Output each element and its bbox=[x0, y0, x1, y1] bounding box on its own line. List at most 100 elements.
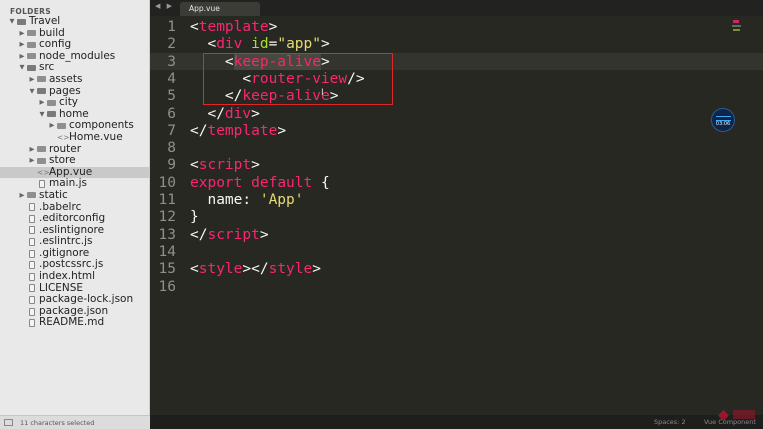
code-token: </ bbox=[190, 122, 208, 139]
code-file-icon: <> bbox=[57, 132, 70, 142]
code-token: style bbox=[268, 261, 313, 278]
tree-item[interactable]: README.md bbox=[0, 317, 150, 329]
tree-item[interactable]: ▶ static bbox=[0, 188, 150, 202]
line-number: 14 bbox=[158, 243, 176, 260]
disclosure-closed-icon[interactable]: ▶ bbox=[38, 97, 46, 109]
tree-item[interactable]: ▶ node_modules bbox=[0, 50, 150, 63]
code-token: </ bbox=[190, 105, 225, 122]
tree-item[interactable]: ▶ build bbox=[0, 27, 150, 40]
code-token: </ bbox=[190, 226, 208, 243]
tree-item[interactable]: ▶ city bbox=[0, 97, 150, 109]
code-token: < bbox=[190, 157, 199, 174]
folder-icon bbox=[27, 64, 36, 71]
disclosure-closed-icon[interactable]: ▶ bbox=[48, 120, 56, 132]
code-line: </div> bbox=[190, 105, 260, 123]
disclosure-closed-icon[interactable]: ▶ bbox=[28, 155, 36, 167]
folder-icon bbox=[27, 41, 36, 48]
code-file-icon: <> bbox=[37, 167, 50, 177]
disclosure-closed-icon[interactable]: ▶ bbox=[28, 74, 36, 86]
line-number: 16 bbox=[158, 278, 176, 295]
code-token: > bbox=[251, 105, 260, 122]
line-number: 2 bbox=[167, 36, 176, 53]
tree-item[interactable]: index.html bbox=[0, 270, 150, 283]
code-token: script bbox=[198, 157, 252, 174]
file-icon bbox=[29, 319, 35, 328]
code-line: <script> bbox=[190, 157, 260, 174]
tree-item-label: Travel bbox=[29, 15, 61, 27]
tree-item-label: static bbox=[39, 188, 68, 201]
code-token: div bbox=[216, 36, 243, 53]
code-token: < bbox=[190, 261, 199, 278]
code-line: <style></style> bbox=[190, 261, 321, 278]
file-icon bbox=[39, 180, 45, 189]
line-number: 5 bbox=[167, 88, 176, 105]
file-icon bbox=[29, 249, 35, 258]
disclosure-closed-icon[interactable]: ▶ bbox=[18, 51, 26, 63]
tree-item-label: README.md bbox=[39, 316, 105, 329]
code-line: export default { bbox=[190, 175, 330, 192]
disclosure-open-icon[interactable]: ▼ bbox=[38, 109, 46, 121]
file-icon bbox=[29, 226, 35, 235]
status-bar: Spaces: 2 Vue Component bbox=[150, 415, 763, 429]
file-icon bbox=[29, 307, 35, 316]
tree-item[interactable]: main.js bbox=[0, 178, 150, 190]
line-number: 15 bbox=[158, 261, 176, 278]
minimap[interactable] bbox=[730, 18, 744, 36]
disclosure-open-icon[interactable]: ▼ bbox=[28, 86, 36, 98]
tab-nav-arrows-icon[interactable]: ◀ ▶ bbox=[155, 2, 174, 10]
tree-item[interactable]: ▶ assets bbox=[0, 73, 150, 86]
tree-item[interactable]: .editorconfig bbox=[0, 212, 150, 225]
tab-app-vue[interactable]: App.vue bbox=[180, 2, 260, 16]
code-token: default bbox=[251, 174, 313, 191]
recording-timer-badge: 03:06 bbox=[711, 108, 735, 132]
file-icon bbox=[29, 238, 35, 247]
code-token: div bbox=[224, 105, 252, 122]
indentation-setting[interactable]: Spaces: 2 bbox=[654, 415, 686, 429]
tab-bar: ◀ ▶ App.vue bbox=[150, 0, 763, 16]
file-tree: ▼ Travel ▶ build ▶ config ▶ node_modules ▼ src ▶ as… bbox=[0, 15, 150, 329]
code-line: </template> bbox=[190, 123, 286, 140]
tree-item-label: city bbox=[59, 96, 79, 109]
line-number: 4 bbox=[167, 70, 176, 87]
tree-item[interactable]: ▼ Travel bbox=[0, 15, 150, 28]
code-token: style bbox=[198, 261, 243, 278]
code-token: > bbox=[251, 157, 260, 174]
disclosure-closed-icon[interactable]: ▶ bbox=[28, 144, 36, 156]
folder-icon bbox=[27, 192, 36, 199]
disclosure-closed-icon[interactable]: ▶ bbox=[18, 28, 26, 40]
line-number: 7 bbox=[167, 122, 176, 139]
timer-text: 03:06 bbox=[715, 121, 731, 127]
file-icon bbox=[29, 203, 35, 212]
tree-item-label: .editorconfig bbox=[39, 212, 106, 225]
code-token: name: bbox=[190, 192, 260, 208]
folder-icon bbox=[27, 53, 36, 60]
disclosure-closed-icon[interactable]: ▶ bbox=[18, 39, 26, 51]
code-token: > bbox=[259, 226, 269, 243]
code-line: } bbox=[190, 209, 199, 226]
tree-item-label: store bbox=[49, 154, 76, 167]
code-editor[interactable]: 1 <template> 2 <div id="app"> 3 <keep-alive… bbox=[150, 16, 763, 415]
code-token: > bbox=[277, 122, 287, 139]
disclosure-open-icon[interactable]: ▼ bbox=[18, 62, 26, 74]
tab-label: App.vue bbox=[189, 4, 220, 13]
code-token: 'App' bbox=[259, 192, 304, 208]
tree-item[interactable]: ▶ store bbox=[0, 155, 150, 167]
line-number: 6 bbox=[167, 105, 176, 122]
file-icon bbox=[29, 261, 35, 270]
tree-item-label: Home.vue bbox=[69, 130, 123, 143]
tree-item-label: index.html bbox=[39, 270, 95, 283]
tree-item[interactable]: <> Home.vue bbox=[0, 130, 150, 144]
mouse-cursor-icon: I bbox=[321, 88, 324, 98]
line-number: 9 bbox=[167, 157, 176, 174]
panel-toggle-icon[interactable] bbox=[4, 419, 13, 426]
folder-icon bbox=[37, 76, 46, 83]
line-number: 8 bbox=[167, 140, 176, 157]
annotation-highlight-box bbox=[203, 53, 393, 105]
folder-icon bbox=[47, 99, 56, 106]
disclosure-open-icon[interactable]: ▼ bbox=[8, 16, 16, 28]
code-token: ></ bbox=[242, 261, 269, 278]
disclosure-closed-icon[interactable]: ▶ bbox=[18, 190, 26, 202]
status-bar-left: 11 characters selected bbox=[0, 415, 150, 429]
